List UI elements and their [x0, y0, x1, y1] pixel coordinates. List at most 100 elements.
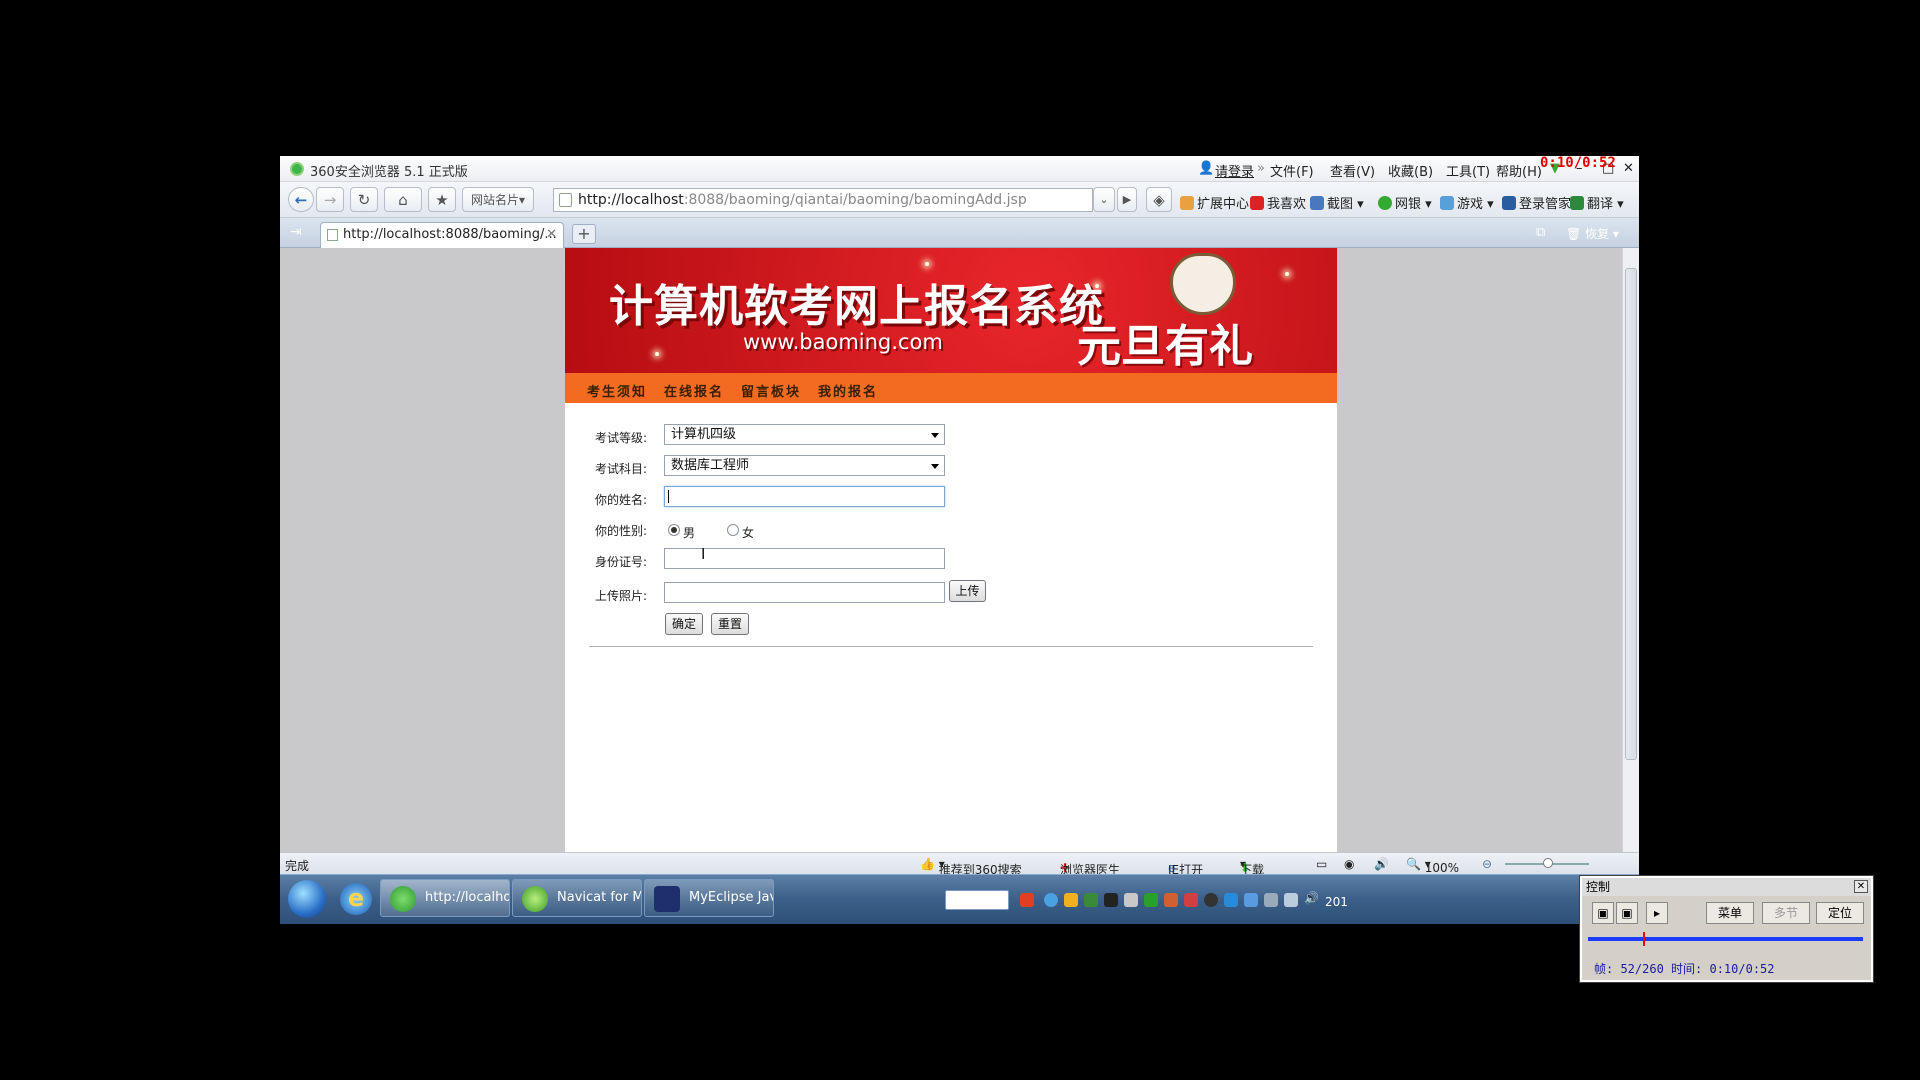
start-button-icon[interactable]: [288, 880, 326, 918]
id-number-input[interactable]: [664, 548, 945, 569]
photo-label: 上传照片:: [595, 589, 648, 603]
heart-icon: [1250, 196, 1264, 210]
close-icon[interactable]: ✕: [1854, 880, 1868, 893]
favorite-star-icon[interactable]: ★: [428, 187, 456, 212]
ie-taskbar-icon[interactable]: e: [340, 883, 372, 915]
qq-icon[interactable]: [1204, 893, 1218, 907]
divider: [589, 646, 1313, 647]
tray-icon-6[interactable]: [1144, 893, 1158, 907]
input-method-icon[interactable]: [1020, 893, 1034, 907]
restore-button[interactable]: 🗑 恢复 ▾: [1566, 225, 1619, 242]
nav-exam-notice[interactable]: 考生须知: [587, 381, 647, 400]
name-input[interactable]: [664, 486, 945, 507]
gender-female-radio[interactable]: [727, 524, 739, 536]
browser-title: 360安全浏览器 5.1 正式版: [310, 165, 468, 180]
volume-icon[interactable]: 🔊: [1374, 857, 1389, 871]
tray-icon-7[interactable]: [1164, 893, 1178, 907]
playback-position-marker[interactable]: [1643, 932, 1645, 946]
tray-icon-3[interactable]: [1084, 893, 1098, 907]
user-icon[interactable]: 👤: [1198, 161, 1214, 176]
zoom-control[interactable]: 🔍 100% ▾: [1406, 857, 1459, 875]
tray-icon-2[interactable]: [1064, 893, 1078, 907]
task-browser[interactable]: http://localhost...: [380, 879, 510, 917]
next-frame-icon[interactable]: ▸: [1646, 902, 1668, 924]
extension-center[interactable]: 扩展中心: [1180, 193, 1249, 212]
zoom-slider-thumb[interactable]: [1543, 858, 1553, 868]
window-mode-icon[interactable]: ▭: [1316, 857, 1327, 871]
home-icon[interactable]: ⌂: [384, 187, 422, 212]
tray-icon-1[interactable]: [1044, 893, 1058, 907]
like-button[interactable]: 我喜欢: [1250, 193, 1306, 212]
close-icon[interactable]: ✕: [1623, 161, 1634, 176]
new-tab-icon[interactable]: +: [572, 224, 596, 244]
shield-icon[interactable]: ◈: [1146, 187, 1172, 212]
screenshot-button[interactable]: 截图 ▾: [1310, 193, 1364, 212]
zoom-out-icon[interactable]: ⊖: [1482, 857, 1492, 871]
submit-button[interactable]: 确定: [665, 613, 703, 635]
vertical-scrollbar[interactable]: [1622, 248, 1639, 852]
games-button[interactable]: 游戏 ▾: [1440, 193, 1494, 212]
scrollbar-thumb[interactable]: [1625, 268, 1637, 760]
menu-help[interactable]: 帮助(H): [1496, 161, 1542, 180]
tab-page-icon: [327, 229, 338, 241]
login-link[interactable]: 请登录: [1215, 161, 1254, 180]
recommend-button[interactable]: 👍 推荐到360搜索 ▾: [920, 857, 1022, 877]
login-manager-button[interactable]: 登录管家: [1502, 193, 1571, 212]
url-host: http://localhost: [578, 192, 684, 208]
photo-path-input[interactable]: [664, 582, 945, 603]
task-navicat[interactable]: Navicat for MyS...: [512, 879, 642, 917]
multi-section-button[interactable]: 多节: [1762, 902, 1810, 924]
protection-icon[interactable]: ◉: [1344, 857, 1354, 871]
taskbar-search-box[interactable]: [945, 890, 1009, 910]
subject-select[interactable]: 数据库工程师: [664, 455, 945, 476]
tab-active[interactable]: http://localhost:8088/baoming/... ✕: [320, 222, 564, 248]
status-text: 完成: [285, 859, 310, 873]
tray-icon-9[interactable]: [1224, 893, 1238, 907]
locate-button[interactable]: 定位: [1816, 902, 1864, 924]
refresh-icon[interactable]: ↻: [350, 187, 378, 212]
tray-icon-8[interactable]: [1184, 893, 1198, 907]
window-list-icon[interactable]: ⧉: [1536, 225, 1545, 240]
bank-button[interactable]: 网银 ▾: [1378, 193, 1432, 212]
tray-icon-4[interactable]: [1104, 893, 1118, 907]
translate-icon: [1570, 196, 1584, 210]
address-dropdown-icon[interactable]: ⌄: [1093, 187, 1115, 212]
site-nav: 考生须知 在线报名 留言板块 我的报名: [565, 373, 1337, 403]
menu-favorites[interactable]: 收藏(B): [1388, 161, 1433, 180]
network-icon[interactable]: [1284, 893, 1298, 907]
forward-icon[interactable]: →: [316, 187, 344, 212]
nav-my-registration[interactable]: 我的报名: [818, 381, 878, 400]
address-bar[interactable]: http://localhost:8088/baoming/qiantai/ba…: [553, 188, 1093, 212]
prev-frame-icon[interactable]: ▣: [1592, 902, 1614, 924]
upload-button[interactable]: 上传: [949, 580, 986, 602]
browser-window: 360安全浏览器 5.1 正式版 👤 请登录 » 文件(F) 查看(V) 收藏(…: [280, 156, 1639, 924]
tray-icon-5[interactable]: [1124, 893, 1138, 907]
playback-progress-track[interactable]: [1588, 937, 1863, 941]
task-myeclipse[interactable]: MyEclipse Java ...: [644, 879, 774, 917]
menu-tools[interactable]: 工具(T): [1446, 161, 1490, 180]
gender-female-label: 女: [742, 526, 755, 540]
level-select[interactable]: 计算机四级: [664, 424, 945, 445]
translate-button[interactable]: 翻译 ▾: [1570, 193, 1624, 212]
key-icon: [1502, 196, 1516, 210]
back-icon[interactable]: ←: [288, 187, 314, 212]
gender-male-label: 男: [683, 526, 696, 540]
go-icon[interactable]: ▶: [1117, 187, 1137, 212]
tab-close-icon[interactable]: ✕: [546, 223, 557, 247]
sidebar-toggle-icon[interactable]: ⇥: [290, 224, 302, 240]
sparkle: [925, 262, 929, 266]
chevron-down-icon: [931, 464, 939, 469]
speaker-icon[interactable]: 🔊: [1304, 891, 1319, 905]
menu-button[interactable]: 菜单: [1706, 902, 1754, 924]
nav-message-board[interactable]: 留言板块: [741, 381, 801, 400]
menu-view[interactable]: 查看(V): [1330, 161, 1375, 180]
security-tray-icon[interactable]: [1244, 893, 1258, 907]
gender-male-radio[interactable]: [668, 524, 680, 536]
download-button[interactable]: ⬇ 下载 ▾: [1240, 857, 1264, 877]
menu-file[interactable]: 文件(F): [1270, 161, 1314, 180]
site-names-button[interactable]: 网站名片 ▾: [462, 187, 534, 212]
tray-icon-10[interactable]: [1264, 893, 1278, 907]
pause-icon[interactable]: ▣: [1616, 902, 1638, 924]
nav-online-registration[interactable]: 在线报名: [664, 381, 724, 400]
reset-button[interactable]: 重置: [711, 613, 749, 635]
